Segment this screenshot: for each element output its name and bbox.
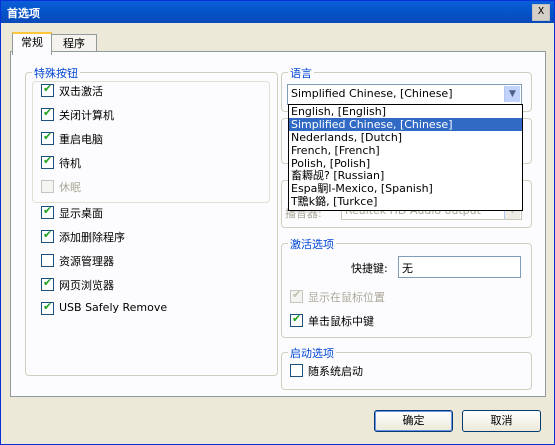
close-button[interactable]: X (532, 4, 550, 21)
special-keys-legend: 特殊按钮 (32, 65, 80, 81)
ok-button[interactable]: 确定 (374, 410, 453, 432)
checkbox-label: 添加删除程序 (59, 231, 125, 244)
language-select-value: Simplified Chinese, [Chinese] (291, 87, 453, 100)
language-option-russian[interactable]: 畜耨觇? [Russian] (289, 169, 522, 183)
checkbox-icon (41, 180, 54, 193)
chevron-down-icon[interactable]: ▼ (504, 86, 520, 102)
language-select[interactable]: Simplified Chinese, [Chinese] ▼ (287, 84, 522, 105)
cancel-button[interactable]: 取消 (462, 410, 541, 432)
checkbox-icon (290, 364, 303, 377)
close-icon: X (537, 6, 545, 17)
startup-legend: 启动选项 (288, 345, 336, 361)
checkbox-label: 随系统启动 (308, 365, 363, 378)
checkbox-label: 显示桌面 (59, 207, 103, 220)
checkbox-label: 重启电脑 (59, 133, 103, 146)
tab-programs-label: 程序 (63, 37, 85, 50)
checkbox-label: USB Safely Remove (59, 301, 168, 314)
language-option-english[interactable]: English, [English] (289, 105, 522, 118)
checkbox-icon (41, 82, 54, 97)
checkbox-label: 关闭计算机 (59, 109, 114, 122)
language-option-dutch[interactable]: Nederlands, [Dutch] (289, 131, 522, 144)
checkbox-icon (41, 154, 54, 169)
checkbox-label: 网页浏览器 (59, 279, 114, 292)
checkbox-icon (41, 204, 54, 219)
checkbox-icon (41, 130, 54, 145)
tab-general[interactable]: 常规 (12, 32, 52, 55)
checkbox-label: 休眠 (59, 181, 81, 194)
checkbox-icon (41, 276, 54, 291)
activation-legend: 激活选项 (288, 236, 336, 252)
window-title: 首选项 (7, 7, 40, 20)
hotkey-label: 快捷键: (351, 262, 388, 275)
language-dropdown-list[interactable]: English, [English] Simplified Chinese, [… (288, 104, 523, 211)
language-option-french[interactable]: French, [French] (289, 144, 522, 157)
language-legend: 语言 (288, 65, 314, 81)
preferences-window: 首选项 X 常规 程序 特殊按钮 语言 激活选项 启动选项 双击激活 关闭计算机… (0, 0, 555, 445)
hotkey-value: 无 (402, 262, 413, 275)
checkbox-label: 资源管理器 (59, 255, 114, 268)
language-option-polish[interactable]: Polish, [Polish] (289, 157, 522, 170)
title-bar[interactable]: 首选项 X (1, 1, 554, 23)
tab-general-label: 常规 (21, 36, 43, 49)
language-option-turkish[interactable]: T黵k鏴, [Turkce] (289, 195, 522, 208)
checkbox-label: 单击鼠标中键 (308, 315, 374, 328)
checkbox-label: 显示在鼠标位置 (308, 291, 385, 304)
checkbox-icon (41, 228, 54, 243)
language-option-chinese[interactable]: Simplified Chinese, [Chinese] (289, 117, 522, 131)
language-option-spanish[interactable]: Espa駉l-Mexico, [Spanish] (289, 182, 522, 195)
checkbox-icon (41, 254, 54, 267)
checkbox-label: 双击激活 (59, 85, 103, 98)
checkbox-icon (41, 300, 54, 315)
checkbox-icon (41, 106, 54, 121)
hotkey-input[interactable]: 无 (398, 256, 521, 278)
checkbox-icon (290, 312, 303, 327)
checkbox-icon (290, 288, 303, 303)
checkbox-label: 待机 (59, 157, 81, 170)
